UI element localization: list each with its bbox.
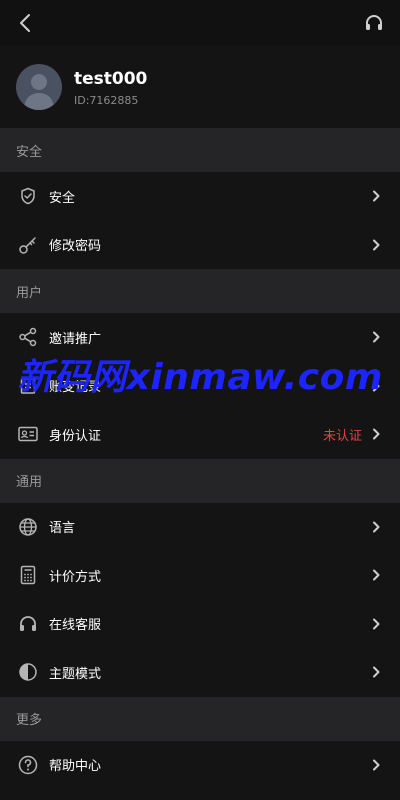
calculator-icon	[18, 565, 38, 585]
menu-item-pricing-method[interactable]: 计价方式	[0, 551, 400, 600]
menu-item-label: 账变记录	[49, 380, 102, 396]
menu-item-label: 在线客服	[49, 618, 102, 634]
share-icon	[18, 327, 38, 347]
profile-card[interactable]: test000 ID:7162885	[0, 46, 400, 128]
section-header-more: 更多	[0, 696, 400, 741]
chevron-right-icon	[372, 569, 380, 581]
verification-status: 未认证	[322, 428, 362, 444]
menu-item-label: 邀请推广	[49, 331, 102, 347]
menu-item-change-password[interactable]: 修改密码	[0, 220, 400, 269]
chevron-right-icon	[372, 380, 380, 392]
chevron-right-icon	[372, 759, 380, 771]
avatar	[16, 64, 62, 110]
menu-item-security[interactable]: 安全	[0, 172, 400, 221]
section-header-user: 用户	[0, 269, 400, 313]
section-header-general: 通用	[0, 458, 400, 503]
username: test000	[74, 68, 148, 89]
menu-item-label: 帮助中心	[49, 759, 102, 775]
globe-icon	[18, 517, 38, 537]
chevron-right-icon	[372, 190, 380, 202]
menu-item-language[interactable]: 语言	[0, 502, 400, 551]
menu-item-online-support[interactable]: 在线客服	[0, 599, 400, 648]
menu-item-label: 安全	[49, 190, 76, 206]
menu-item-label: 身份认证	[49, 428, 102, 444]
menu-item-label: 修改密码	[49, 239, 102, 255]
id-card-icon	[18, 424, 38, 444]
user-id: ID:7162885	[74, 93, 139, 107]
section-header-security: 安全	[0, 128, 400, 172]
chevron-right-icon	[372, 618, 380, 630]
chevron-right-icon	[372, 521, 380, 533]
document-icon	[18, 376, 38, 396]
contrast-icon	[18, 662, 38, 682]
chevron-right-icon	[372, 331, 380, 343]
shield-check-icon	[18, 186, 38, 206]
back-icon[interactable]	[18, 13, 32, 33]
chevron-right-icon	[372, 428, 380, 440]
menu-item-theme-mode[interactable]: 主题模式	[0, 648, 400, 697]
chevron-right-icon	[372, 239, 380, 251]
headset-icon[interactable]	[364, 13, 384, 33]
menu-item-identity-verification[interactable]: 身份认证 未认证	[0, 410, 400, 459]
menu-item-invite[interactable]: 邀请推广	[0, 313, 400, 362]
top-bar	[0, 0, 400, 46]
menu-item-balance-history[interactable]: 账变记录	[0, 361, 400, 410]
headset-icon	[18, 614, 38, 634]
key-icon	[18, 235, 38, 255]
menu-item-label: 主题模式	[49, 666, 102, 682]
menu-item-label: 语言	[49, 521, 76, 537]
menu-item-label: 计价方式	[49, 569, 102, 585]
help-circle-icon	[18, 755, 38, 775]
chevron-right-icon	[372, 666, 380, 678]
menu-item-help-center[interactable]: 帮助中心	[0, 740, 400, 789]
